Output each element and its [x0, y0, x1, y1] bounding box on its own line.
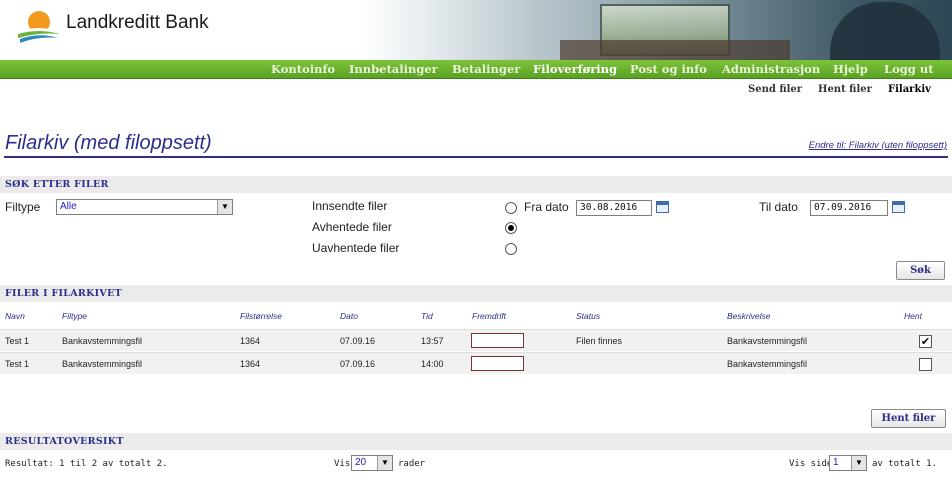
radio-label-avhentede: Avhentede filer	[312, 220, 392, 234]
cell-filtype: Bankavstemmingsfil	[62, 359, 143, 369]
rows-per-page-label: Vis	[334, 459, 351, 469]
hent-checkbox[interactable]	[919, 358, 932, 371]
cell-navn: Test 1	[5, 359, 30, 369]
rows-suffix-label: rader	[398, 459, 426, 469]
subnav-hent-filer[interactable]: Hent filer	[818, 84, 872, 95]
rows-per-page-select[interactable]: 20 ▼	[351, 455, 393, 471]
nav-item-filoverforing[interactable]: Filoverføring	[533, 62, 617, 76]
progress-bar	[471, 356, 524, 371]
radio-innsendte[interactable]	[505, 202, 517, 214]
cell-dato: 07.09.16	[340, 336, 376, 346]
nav-item-administrasjon[interactable]: Administrasjon	[722, 62, 820, 76]
nav-item-innbetalinger[interactable]: Innbetalinger	[349, 62, 438, 76]
filetype-label: Filtype	[5, 200, 41, 214]
calendar-icon[interactable]	[656, 201, 669, 213]
banner-desk-graphic	[560, 40, 790, 60]
radio-avhentede[interactable]	[505, 222, 517, 234]
nav-item-hjelp[interactable]: Hjelp	[833, 62, 868, 76]
banner-person-graphic	[830, 2, 940, 60]
cell-navn: Test 1	[5, 336, 30, 346]
column-header-beskrivelse: Beskrivelse	[727, 311, 771, 321]
results-section-header: RESULTATOVERSIKT	[0, 433, 952, 450]
change-view-link[interactable]: Endre til: Filarkiv (uten filoppsett)	[809, 140, 947, 151]
search-section-header: SØK ETTER FILER	[0, 176, 952, 193]
chevron-down-icon[interactable]: ▼	[851, 456, 866, 470]
archive-section-header: FILER I FILARKIVET	[0, 285, 952, 302]
column-header-tid: Tid	[421, 311, 433, 321]
landkreditt-logo-icon[interactable]	[16, 8, 62, 48]
nav-item-post-og-info[interactable]: Post og info	[630, 62, 707, 76]
filetype-select-value: Alle	[60, 201, 77, 212]
brand-name[interactable]: Landkreditt Bank	[66, 12, 209, 34]
chevron-down-icon[interactable]: ▼	[217, 200, 232, 214]
to-date-label: Til dato	[759, 200, 798, 214]
search-button[interactable]: Søk	[896, 261, 945, 280]
nav-item-logg-ut[interactable]: Logg ut	[884, 62, 934, 76]
calendar-icon[interactable]	[892, 201, 905, 213]
hent-checkbox[interactable]: ✔	[919, 335, 932, 348]
column-header-hent: Hent	[904, 311, 922, 321]
subnav-send-filer[interactable]: Send filer	[748, 84, 802, 95]
radio-uavhentede[interactable]	[505, 243, 517, 255]
filetype-select[interactable]: Alle ▼	[56, 199, 233, 215]
column-header-dato: Dato	[340, 311, 358, 321]
fetch-files-button[interactable]: Hent filer	[871, 409, 946, 428]
table-row[interactable]: Test 1 Bankavstemmingsfil 1364 07.09.16 …	[0, 329, 952, 351]
cell-tid: 13:57	[421, 336, 444, 346]
radio-label-uavhentede: Uavhentede filer	[312, 241, 400, 255]
total-pages-label: av totalt 1.	[872, 459, 938, 469]
column-header-status: Status	[576, 311, 601, 321]
page-label: Vis side	[789, 459, 833, 469]
cell-status: Filen finnes	[576, 336, 623, 346]
cell-dato: 07.09.16	[340, 359, 376, 369]
title-divider	[4, 156, 948, 158]
from-date-input[interactable]: 30.08.2016	[576, 200, 652, 216]
page-select[interactable]: 1 ▼	[829, 455, 867, 471]
nav-item-kontoinfo[interactable]: Kontoinfo	[271, 62, 335, 76]
column-header-navn: Navn	[5, 311, 25, 321]
header-banner-image	[360, 0, 952, 60]
cell-filtype: Bankavstemmingsfil	[62, 336, 143, 346]
progress-bar	[471, 333, 524, 348]
cell-beskrivelse: Bankavstemmingsfil	[727, 336, 808, 346]
results-summary: Resultat: 1 til 2 av totalt 2.	[5, 459, 168, 469]
to-date-input[interactable]: 07.09.2016	[810, 200, 888, 216]
page-title: Filarkiv (med filoppsett)	[5, 132, 212, 154]
from-date-label: Fra dato	[524, 200, 569, 214]
cell-tid: 14:00	[421, 359, 444, 369]
column-header-fremdrift: Fremdrift	[472, 311, 506, 321]
subnav-filarkiv[interactable]: Filarkiv	[888, 84, 931, 95]
header: Landkreditt Bank	[0, 0, 952, 60]
table-row[interactable]: Test 1 Bankavstemmingsfil 1364 07.09.16 …	[0, 352, 952, 374]
cell-filstorrelse: 1364	[240, 359, 261, 369]
cell-filstorrelse: 1364	[240, 336, 261, 346]
cell-beskrivelse: Bankavstemmingsfil	[727, 359, 808, 369]
rows-per-page-value: 20	[355, 457, 367, 468]
nav-item-betalinger[interactable]: Betalinger	[452, 62, 520, 76]
chevron-down-icon[interactable]: ▼	[377, 456, 392, 470]
column-header-filtype: Filtype	[62, 311, 88, 321]
column-header-filstorrelse: Filstørrelse	[240, 311, 283, 321]
radio-label-innsendte: Innsendte filer	[312, 199, 388, 213]
page-select-value: 1	[833, 457, 839, 468]
main-nav: Kontoinfo Innbetalinger Betalinger Filov…	[0, 60, 952, 79]
